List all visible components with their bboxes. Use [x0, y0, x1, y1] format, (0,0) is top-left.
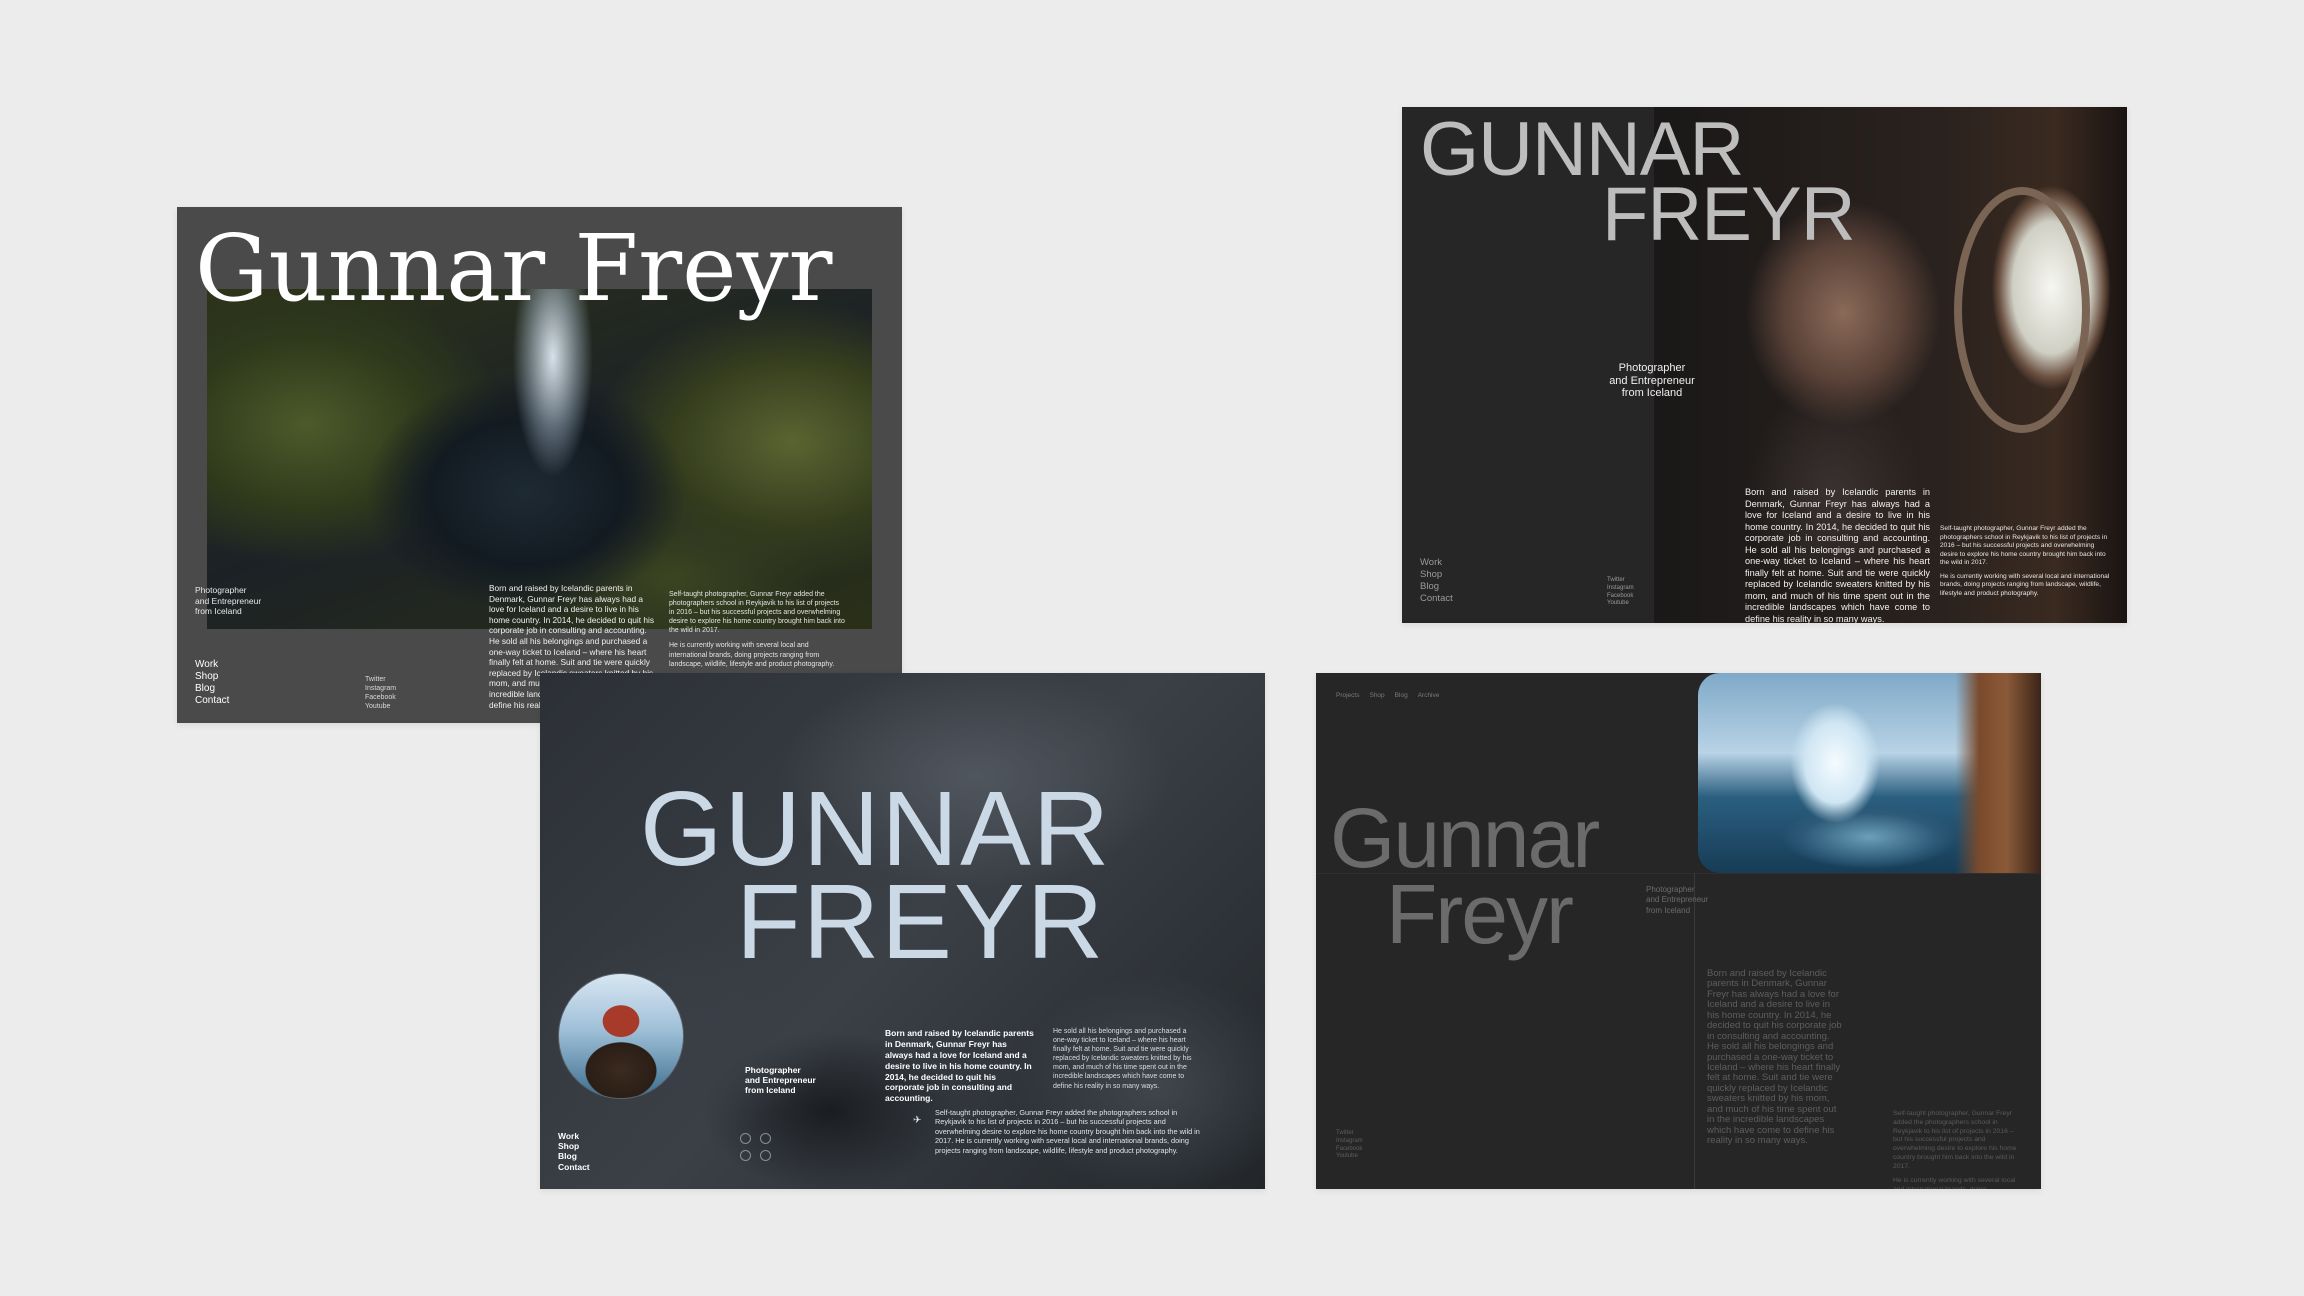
porthole-window [1954, 187, 2090, 433]
nav-blog[interactable]: Blog [1395, 692, 1408, 699]
waterfall-aerial-photo [207, 289, 872, 629]
social-links: Twitter Instagram Facebook Youtube [365, 675, 396, 711]
nav-shop[interactable]: Shop [558, 1141, 590, 1151]
camera-icon: ✈ [913, 1115, 922, 1126]
bio-text: Born and raised by Icelandic parents in … [1707, 968, 1842, 1146]
social-links: Twitter Instagram Facebook Youtube [1336, 1130, 1363, 1161]
tagline: Photographer and Entrepreneur from Icela… [195, 585, 262, 617]
main-nav: Work Shop Blog Contact [1420, 557, 1453, 605]
nav-work[interactable]: Work [1420, 557, 1453, 569]
bio-secondary: Self-taught photographer, Gunnar Freyr a… [669, 591, 845, 668]
tagline: Photographer and Entrepreneur from Icela… [1609, 362, 1695, 400]
social-facebook[interactable]: Facebook [1336, 1146, 1363, 1154]
website-mockup-serif: Gunnar Freyr Photographer and Entreprene… [177, 207, 902, 723]
site-title: Gunnar Freyr [1330, 791, 1600, 961]
bio-text: Born and raised by Icelandic parents in … [885, 1028, 1034, 1104]
social-twitter[interactable]: Twitter [365, 675, 396, 684]
nav-shop[interactable]: Shop [195, 671, 229, 683]
bio-secondary: Self-taught photographer, Gunnar Freyr a… [1940, 525, 2110, 597]
social-twitter[interactable]: Twitter [1607, 577, 1634, 585]
social-links: Twitter Instagram Facebook Youtube [1607, 577, 1634, 608]
social-twitter[interactable]: Twitter [1336, 1130, 1363, 1138]
bio-secondary: Self-taught photographer, Gunnar Freyr a… [1893, 1110, 2017, 1189]
nav-work[interactable]: Work [558, 1131, 590, 1141]
website-mockup-grey: Projects Shop Blog Archive Gunnar Freyr … [1316, 673, 2041, 1189]
top-nav: Projects Shop Blog Archive [1336, 692, 1439, 699]
nav-archive[interactable]: Archive [1418, 692, 1440, 699]
website-mockup-stone: GUNNAR FREYR Photographer and Entreprene… [540, 673, 1265, 1189]
facebook-icon[interactable] [760, 1133, 771, 1144]
site-title: Gunnar Freyr [195, 215, 833, 322]
main-nav: Work Shop Blog Contact [558, 1131, 590, 1172]
social-instagram[interactable]: Instagram [1607, 585, 1634, 593]
nav-blog[interactable]: Blog [558, 1151, 590, 1161]
social-instagram[interactable]: Instagram [1336, 1138, 1363, 1146]
nav-contact[interactable]: Contact [558, 1162, 590, 1172]
social-youtube[interactable]: Youtube [1607, 600, 1634, 608]
bio-right: He sold all his belongings and purchased… [1053, 1028, 1192, 1090]
bio-text: Born and raised by Icelandic parents in … [1745, 487, 1930, 623]
nav-projects[interactable]: Projects [1336, 692, 1359, 699]
tagline: Photographer and Entrepreneur from Icela… [745, 1065, 816, 1096]
site-title: GUNNAR FREYR [1420, 107, 1856, 258]
tagline: Photographer and Entrepreneur from Icela… [1646, 885, 1709, 915]
divider-vertical [1694, 873, 1695, 1189]
nav-contact[interactable]: Contact [195, 695, 229, 707]
nav-shop[interactable]: Shop [1420, 569, 1453, 581]
social-facebook[interactable]: Facebook [365, 693, 396, 702]
bio-secondary: Self-taught photographer, Gunnar Freyr a… [935, 1108, 1200, 1155]
nav-blog[interactable]: Blog [1420, 581, 1453, 593]
website-mockup-portrait: GUNNAR FREYR Photographer and Entreprene… [1402, 107, 2127, 623]
social-instagram[interactable]: Instagram [365, 684, 396, 693]
social-youtube[interactable]: Youtube [1336, 1153, 1363, 1161]
social-facebook[interactable]: Facebook [1607, 593, 1634, 601]
nav-shop[interactable]: Shop [1369, 692, 1384, 699]
site-title: GUNNAR FREYR [640, 770, 1112, 982]
social-youtube[interactable]: Youtube [365, 702, 396, 711]
iceberg-ship-photo [1698, 673, 2041, 873]
twitter-icon[interactable] [740, 1150, 751, 1161]
social-icons [740, 1133, 774, 1161]
nav-contact[interactable]: Contact [1420, 593, 1453, 605]
nav-work[interactable]: Work [195, 659, 229, 671]
main-nav: Work Shop Blog Contact [195, 659, 229, 707]
person-sweater-avatar [558, 973, 684, 1099]
youtube-icon[interactable] [760, 1150, 771, 1161]
instagram-icon[interactable] [740, 1133, 751, 1144]
nav-blog[interactable]: Blog [195, 683, 229, 695]
